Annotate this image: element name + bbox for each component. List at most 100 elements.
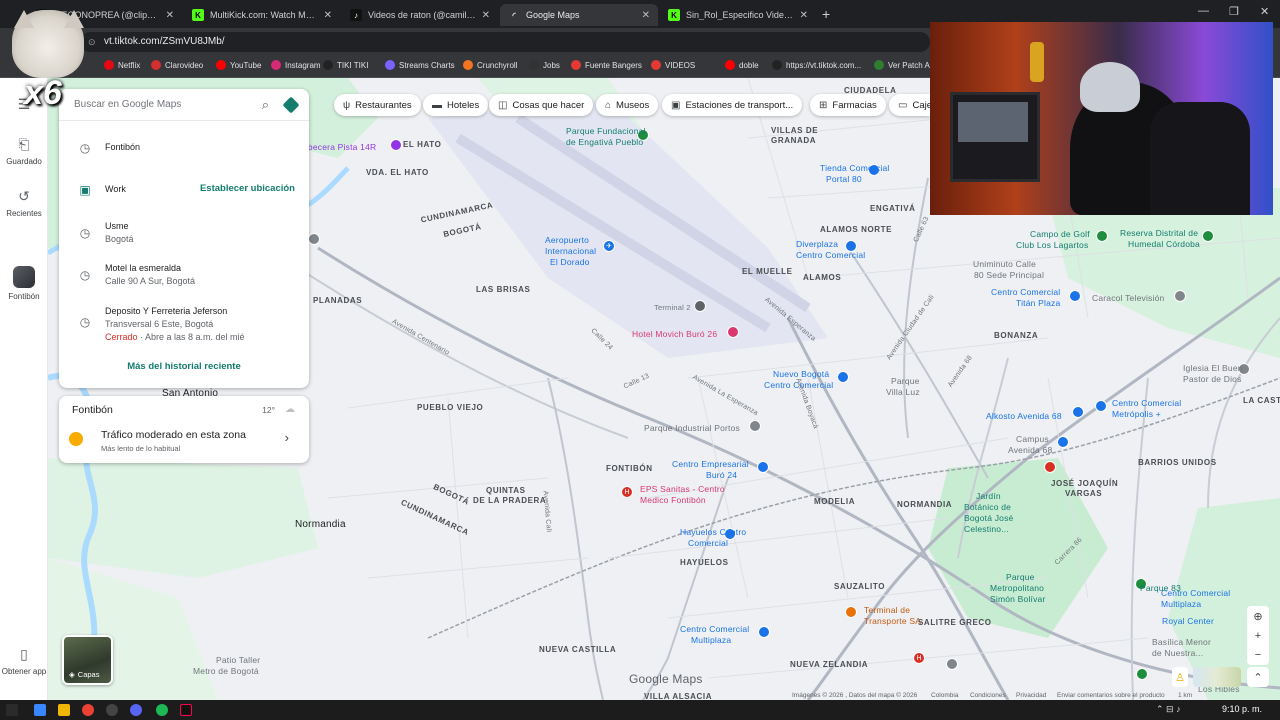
imagery-thumbnails[interactable] — [1193, 667, 1241, 687]
directions-icon[interactable] — [282, 96, 300, 113]
bookmark-item[interactable]: Jobs — [529, 60, 560, 70]
search-input[interactable] — [74, 99, 262, 110]
place-label: Fontibón — [8, 292, 40, 301]
feedback-link[interactable]: Enviar comentarios sobre el producto — [1057, 692, 1165, 700]
windows-start-icon[interactable] — [34, 704, 46, 716]
close-icon[interactable]: ✕ — [166, 10, 174, 21]
restore-icon[interactable]: ❐ — [1229, 5, 1239, 18]
discord-icon[interactable] — [130, 704, 142, 716]
area-traffic-card[interactable]: Fontibón 12° ☁ Tráfico moderado en esta … — [59, 396, 309, 463]
education-pin-icon[interactable] — [1057, 436, 1069, 448]
place-pin-icon[interactable] — [946, 658, 958, 670]
get-app-button[interactable]: ▯ Obtener app — [0, 646, 48, 676]
shopping-pin-icon[interactable] — [757, 461, 769, 473]
bookmark-item[interactable]: Instagram — [271, 60, 321, 70]
chevron-up-icon[interactable]: ⌃ — [1247, 667, 1269, 687]
set-location-link[interactable]: Establecer ubicación — [200, 183, 295, 194]
system-tray-icons[interactable]: ⌃ ⊟ ♪ — [1156, 704, 1181, 715]
transit-pin-icon[interactable] — [845, 606, 857, 618]
bookmark-item[interactable]: Ver Patch Ac — [874, 60, 934, 70]
history-item[interactable]: ◷ Fontibón — [59, 141, 309, 155]
hospital-pin-icon[interactable]: H — [621, 486, 633, 498]
bookmark-item[interactable]: Fuente Bangers — [571, 60, 642, 70]
place-pin-icon[interactable] — [1174, 290, 1186, 302]
bookmark-item[interactable]: https://vt.tiktok.com... — [772, 60, 861, 70]
map-label: Reserva Distrital de — [1120, 228, 1199, 238]
map-label: Centro Comercial — [1161, 588, 1231, 598]
map-label: Hayuelos Centro — [680, 527, 747, 537]
history-item[interactable]: ◷ Motel la esmeralda Calle 90 A Sur, Bog… — [59, 262, 309, 288]
bookmark-item[interactable]: Crunchyroll — [463, 60, 517, 70]
shopping-pin-icon[interactable] — [1095, 400, 1107, 412]
chip-hoteles[interactable]: ▬ Hoteles — [423, 94, 489, 116]
map-label: Campo de Golf — [1030, 229, 1090, 239]
map-label: JOSÉ JOAQUÍN — [1051, 479, 1119, 488]
bookmark-item[interactable]: Netflix — [104, 60, 140, 70]
terminal-pin-icon[interactable] — [694, 300, 706, 312]
landmark-pin-icon[interactable] — [390, 139, 402, 151]
new-tab-icon[interactable]: + — [822, 6, 830, 22]
park-pin-icon[interactable] — [1136, 668, 1148, 680]
place-pin-icon[interactable] — [308, 233, 320, 245]
tab-videos-raton[interactable]: ♪ Videos de raton (@camilotech ✕ — [342, 4, 498, 26]
zoom-out-button[interactable]: − — [1247, 645, 1269, 665]
pegman-icon[interactable]: ♙ — [1172, 667, 1188, 687]
search-icon[interactable] — [6, 704, 18, 716]
more-history-link[interactable]: Más del historial reciente — [59, 361, 309, 372]
site-info-icon[interactable]: ⊙ — [88, 32, 96, 52]
bookmark-item[interactable]: TIKI TIKI — [323, 60, 368, 70]
spotify-icon[interactable] — [156, 704, 168, 716]
golf-pin-icon[interactable] — [1096, 230, 1108, 242]
close-icon[interactable]: ✕ — [482, 10, 490, 21]
chip-restaurantes[interactable]: ψ Restaurantes — [334, 94, 421, 116]
zoom-in-button[interactable]: + — [1247, 626, 1269, 646]
terms-link[interactable]: Condiciones — [970, 692, 1006, 700]
history-item[interactable]: ◷ Usme Bogotá — [59, 220, 309, 246]
bookmark-item[interactable]: Streams Charts — [385, 60, 455, 70]
close-icon[interactable]: ✕ — [324, 10, 332, 21]
close-icon[interactable]: ✕ — [642, 10, 650, 21]
chip-farmacias[interactable]: ⊞ Farmacias — [810, 94, 886, 116]
privacy-link[interactable]: Privacidad — [1016, 692, 1046, 700]
shopping-pin-icon[interactable] — [1069, 290, 1081, 302]
place-pin-icon[interactable] — [749, 420, 761, 432]
tab-google-maps[interactable]: ◜ Google Maps ✕ — [500, 4, 658, 26]
bookmark-item[interactable]: Clarovideo — [151, 60, 203, 70]
layers-button[interactable]: ◈ Capas — [62, 635, 113, 685]
bookmark-item[interactable]: doble — [725, 60, 759, 70]
park-pin-icon[interactable] — [1202, 230, 1214, 242]
chip-cosas-que-hacer[interactable]: ◫ Cosas que hacer — [489, 94, 594, 116]
address-bar[interactable]: ⊙ vt.tiktok.com/ZSmVU8JMb/ — [80, 32, 930, 52]
bookmark-item[interactable]: VIDEOS — [651, 60, 695, 70]
history-item-work[interactable]: ▣ Work Establecer ubicación — [59, 183, 309, 197]
bookmark-favicon-icon — [874, 60, 884, 70]
my-location-icon[interactable]: ⊕ — [1247, 606, 1269, 626]
shopping-pin-icon[interactable] — [758, 626, 770, 638]
recent-button[interactable]: ↺ Recientes — [0, 188, 48, 218]
history-item[interactable]: ◷ Deposito Y Ferreteria Jeferson Transve… — [59, 305, 309, 344]
map-label: Terminal de — [864, 605, 911, 615]
close-icon[interactable]: ✕ — [800, 10, 808, 21]
hospital-pin-icon[interactable] — [1044, 461, 1056, 473]
obs-icon[interactable] — [106, 704, 118, 716]
minimize-icon[interactable]: — — [1198, 5, 1209, 17]
shopping-pin-icon[interactable] — [1072, 406, 1084, 418]
bookmark-item[interactable]: YouTube — [216, 60, 261, 70]
chip-cajeros[interactable]: ▭ Caje — [889, 94, 930, 116]
tab-multikick[interactable]: K MultiKick.com: Watch Multiple ✕ — [184, 4, 340, 26]
search-icon[interactable]: ⌕ — [262, 97, 269, 113]
saved-button[interactable]: ⎗ Guardado — [0, 136, 48, 166]
chip-museos[interactable]: ⌂ Museos — [596, 94, 659, 116]
airport-pin-icon[interactable]: ✈ — [603, 240, 615, 252]
tiktok-icon[interactable] — [180, 704, 192, 716]
close-window-icon[interactable]: ✕ — [1260, 5, 1269, 18]
tab-sin-rol[interactable]: K Sin_Rol_Especifico Videos - Wat ✕ — [660, 4, 816, 26]
hospital-pin-icon[interactable]: H — [913, 652, 925, 664]
shopping-pin-icon[interactable] — [837, 371, 849, 383]
map-label: NORMANDIA — [897, 500, 953, 509]
chrome-icon[interactable] — [82, 704, 94, 716]
hotel-pin-icon[interactable] — [727, 326, 739, 338]
recent-place-fontibon[interactable]: Fontibón — [0, 266, 48, 301]
file-explorer-icon[interactable] — [58, 704, 70, 716]
chip-estaciones[interactable]: ▣ Estaciones de transport... — [662, 94, 803, 116]
